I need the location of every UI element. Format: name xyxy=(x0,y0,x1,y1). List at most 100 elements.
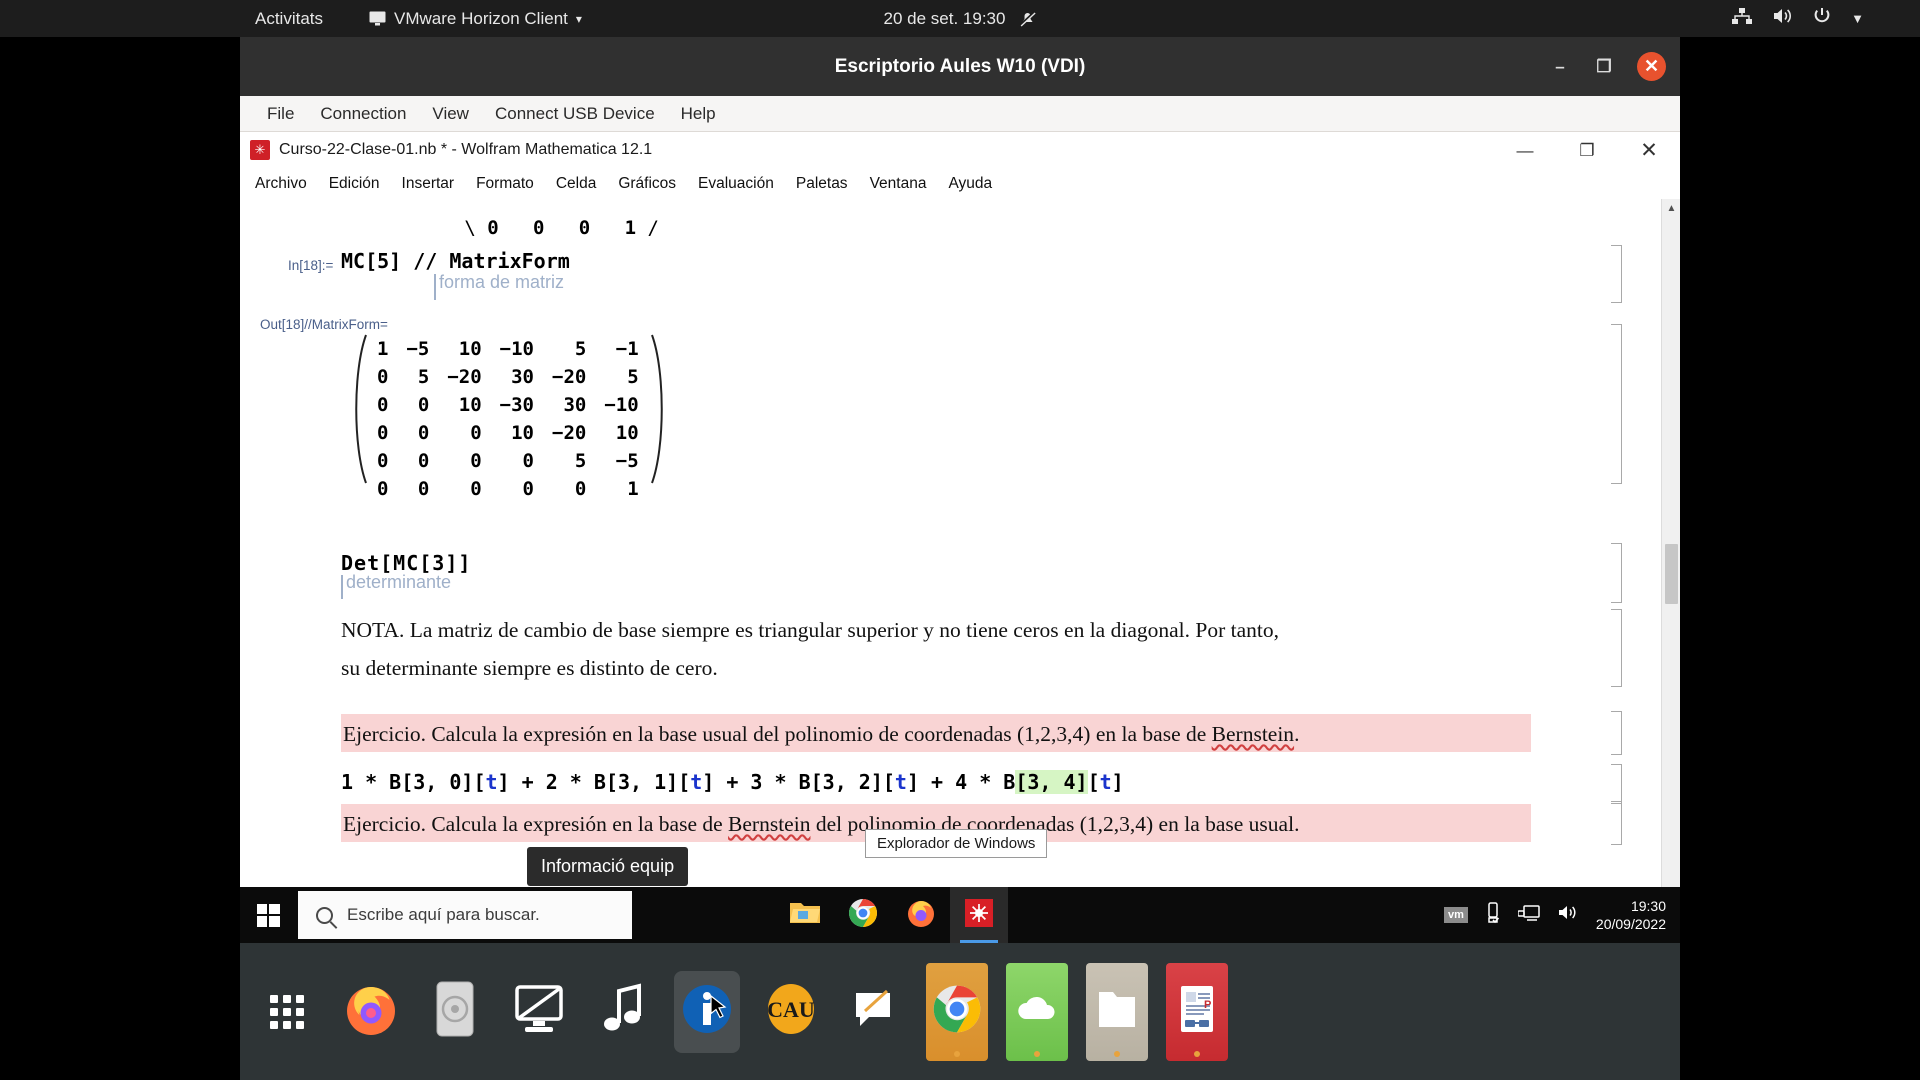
running-indicator xyxy=(1034,1050,1040,1057)
matrix-cell: 30 xyxy=(563,394,587,416)
windows-search-box[interactable]: Escribe aquí para buscar. xyxy=(298,891,632,939)
matrix-cell: 10 xyxy=(511,422,534,444)
dock-pdf-reader[interactable]: P xyxy=(1166,962,1228,1061)
matrix-cell: 0 xyxy=(522,450,534,472)
code-segment: [3, 4] xyxy=(1015,770,1088,794)
dock-nextcloud[interactable] xyxy=(1006,962,1068,1061)
dock-disk-utility[interactable] xyxy=(422,971,488,1053)
cell-bracket-ej2[interactable] xyxy=(1611,801,1622,845)
notebook-canvas[interactable]: \ 0 0 0 1 / In[18]:= MC[5] // MatrixForm… xyxy=(240,199,1680,914)
taskbar-file-explorer[interactable] xyxy=(776,887,834,943)
ejercicio-2-pre: Ejercicio. Calcula la expresión en la ba… xyxy=(343,812,729,836)
power-icon xyxy=(1813,7,1831,30)
vm-icon[interactable]: vm xyxy=(1444,907,1468,923)
in-hint-18: forma de matriz xyxy=(439,272,565,292)
menu-help[interactable]: Help xyxy=(668,101,729,127)
menu-celda[interactable]: Celda xyxy=(545,173,608,195)
matrix-cell: 10 xyxy=(615,422,639,444)
taskbar-firefox[interactable] xyxy=(892,887,950,943)
note-icon xyxy=(851,985,899,1038)
dock-music[interactable] xyxy=(590,971,656,1053)
cell-bracket-det[interactable] xyxy=(1611,543,1622,603)
dock-firefox[interactable] xyxy=(338,971,404,1053)
dock-note[interactable] xyxy=(842,971,908,1053)
matrix-cell: −5 xyxy=(615,450,639,472)
code-segment: t xyxy=(485,770,498,794)
bernstein-code-line[interactable]: 1 * B[3, 0][t] + 2 * B[3, 1][t] + 3 * B[… xyxy=(341,770,1124,794)
menu-edicion[interactable]: Edición xyxy=(318,173,391,195)
usb-icon[interactable] xyxy=(1485,901,1501,929)
dock-chrome[interactable] xyxy=(926,962,988,1061)
ejercicio-1-bernstein: Bernstein xyxy=(1211,722,1295,746)
close-button[interactable]: ✕ xyxy=(1637,52,1666,81)
disk-utility-icon xyxy=(436,981,474,1042)
cell-bracket-in18[interactable] xyxy=(1611,245,1622,303)
code-segment: ] + 3 * B[3, 2][ xyxy=(702,770,895,794)
menu-formato[interactable]: Formato xyxy=(465,173,545,195)
menu-connect-usb-device[interactable]: Connect USB Device xyxy=(482,101,668,127)
menu-insertar[interactable]: Insertar xyxy=(391,173,466,195)
matrix-row: 0 0 0 10 −20 10 xyxy=(368,419,648,447)
taskbar-chrome[interactable] xyxy=(834,887,892,943)
volume-icon[interactable] xyxy=(1557,903,1579,927)
file-explorer-icon xyxy=(789,899,821,931)
cell-bracket-code[interactable] xyxy=(1611,764,1622,804)
search-icon xyxy=(316,906,333,924)
mma-close-button[interactable]: ✕ xyxy=(1618,132,1680,169)
menu-connection[interactable]: Connection xyxy=(307,101,419,127)
menu-file[interactable]: File xyxy=(254,101,307,127)
svg-text:P: P xyxy=(1204,999,1211,1011)
scroll-up-arrow[interactable]: ▲ xyxy=(1662,199,1681,218)
gnome-clock[interactable]: 20 de set. 19:30 xyxy=(884,9,1037,29)
windows-clock-time: 19:30 xyxy=(1630,898,1666,914)
taskbar-mathematica[interactable] xyxy=(950,887,1008,943)
menu-graficos[interactable]: Gráficos xyxy=(607,173,687,195)
dock-remote-desktop[interactable] xyxy=(506,971,572,1053)
dock-cau[interactable]: CAU xyxy=(758,971,824,1053)
matrix-cell: −1 xyxy=(615,338,639,360)
matrix-cell: 0 xyxy=(417,394,430,416)
menu-archivo[interactable]: Archivo xyxy=(244,173,318,195)
matrix-cell: −5 xyxy=(406,338,430,360)
firefox-icon xyxy=(906,898,936,933)
in-code-18[interactable]: MC[5] // MatrixForm xyxy=(341,249,570,273)
ejercicio-1-cell[interactable]: Ejercicio. Calcula la expresión en la ba… xyxy=(341,714,1531,752)
windows-taskbar: Escribe aquí para buscar. vm 19:30 20/09… xyxy=(240,887,1680,943)
notebook-vertical-scrollbar[interactable]: ▲ ▼ xyxy=(1661,199,1680,914)
menu-ventana[interactable]: Ventana xyxy=(859,173,938,195)
minimize-button[interactable]: – xyxy=(1549,56,1571,78)
mathematica-icon: ✳ xyxy=(250,140,270,160)
windows-logo-icon xyxy=(256,903,280,927)
dock-show-applications[interactable] xyxy=(254,971,320,1053)
matrix-cell: 0 xyxy=(574,478,587,500)
windows-system-tray[interactable]: vm 19:30 20/09/2022 xyxy=(1444,887,1680,943)
network-pc-icon[interactable] xyxy=(1517,903,1540,928)
chrome-icon xyxy=(932,984,982,1039)
mathematica-icon xyxy=(965,898,993,932)
windows-start-button[interactable] xyxy=(240,887,296,943)
cell-bracket-nota[interactable] xyxy=(1611,609,1622,687)
menu-evaluacion[interactable]: Evaluación xyxy=(687,173,785,195)
matrix-cell: 0 xyxy=(377,366,389,388)
menu-paletas[interactable]: Paletas xyxy=(785,173,859,195)
cell-bracket-out18[interactable] xyxy=(1611,324,1622,484)
matrix-cell: 10 xyxy=(458,394,482,416)
cell-bracket-ej1[interactable] xyxy=(1611,711,1622,755)
menu-ayuda[interactable]: Ayuda xyxy=(937,173,1003,195)
system-status-area[interactable]: ▼ xyxy=(1732,7,1864,30)
dock-info[interactable] xyxy=(674,970,740,1053)
mma-restore-button[interactable]: ❐ xyxy=(1556,132,1618,169)
app-menu-button[interactable]: VMware Horizon Client ▾ xyxy=(369,9,582,29)
horizon-titlebar: Escriptorio Aules W10 (VDI) – ❐ ✕ xyxy=(240,37,1680,96)
dock-files[interactable] xyxy=(1086,962,1148,1061)
mma-minimize-button[interactable]: — xyxy=(1494,132,1556,169)
menu-view[interactable]: View xyxy=(419,101,482,127)
vertical-scroll-thumb[interactable] xyxy=(1665,544,1678,604)
nextcloud-icon xyxy=(1013,985,1061,1038)
activities-button[interactable]: Activitats xyxy=(255,9,323,29)
maximize-button[interactable]: ❐ xyxy=(1593,56,1615,78)
windows-clock[interactable]: 19:30 20/09/2022 xyxy=(1596,897,1666,933)
code-segment: t xyxy=(1099,770,1112,794)
network-icon xyxy=(1732,7,1753,30)
matrix-cell: 0 xyxy=(377,478,389,500)
